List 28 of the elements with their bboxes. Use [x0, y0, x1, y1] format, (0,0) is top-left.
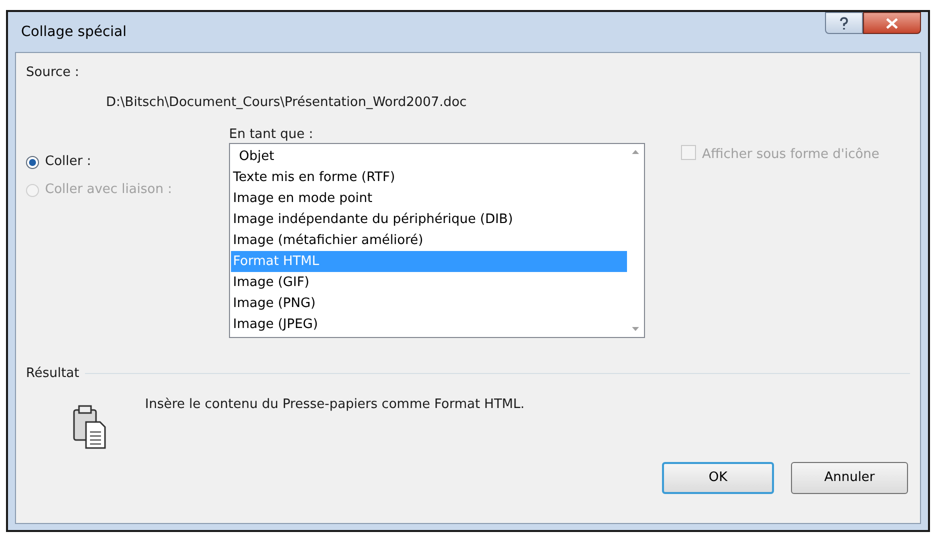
dialog-button[interactable]: Annuler [791, 462, 908, 494]
radio-label: Coller : [45, 153, 92, 172]
help-icon [839, 16, 849, 30]
result-label: Résultat [26, 365, 80, 383]
scroll-down-icon [632, 327, 639, 331]
list-item[interactable]: Image (métafichier amélioré) [231, 230, 627, 251]
list-item[interactable]: Image (GIF) [231, 272, 627, 293]
dialog-button[interactable]: OK [662, 462, 774, 494]
scroll-up-icon [632, 150, 639, 154]
checkbox-label: Afficher sous forme d'icône [702, 146, 880, 164]
format-list[interactable]: Objet Texte mis en forme (RTF) Image en mode point Image indépendante du périphérique (DIB) Image (métafichier amélioré) Format HTML Image (GIF) Image (PNG) Image (JPEG) [229, 143, 645, 338]
list-item[interactable]: Texte mis en forme (RTF) [231, 167, 627, 188]
clipboard-icon [72, 404, 108, 450]
list-item[interactable]: Image en mode point [231, 188, 627, 209]
radio-button[interactable] [26, 156, 39, 168]
source-label: Source : [26, 64, 80, 82]
close-icon [886, 18, 898, 28]
list-item[interactable]: Objet [231, 146, 627, 167]
source-path: D:\Bitsch\Document_Cours\Présentation_Word2007.doc [106, 94, 468, 112]
list-item[interactable]: Image indépendante du périphérique (DIB) [231, 209, 627, 230]
radio-label: Coller avec liaison : [45, 181, 172, 200]
list-item[interactable]: Image (JPEG) [231, 314, 627, 335]
list-item[interactable]: Image (PNG) [231, 293, 627, 314]
help-button[interactable] [825, 12, 863, 34]
result-description: Insère le contenu du Presse-papiers comme Format HTML. [145, 396, 524, 414]
list-label: En tant que : [229, 126, 314, 143]
close-button[interactable] [863, 12, 921, 34]
window-title: Collage spécial [20, 22, 126, 42]
